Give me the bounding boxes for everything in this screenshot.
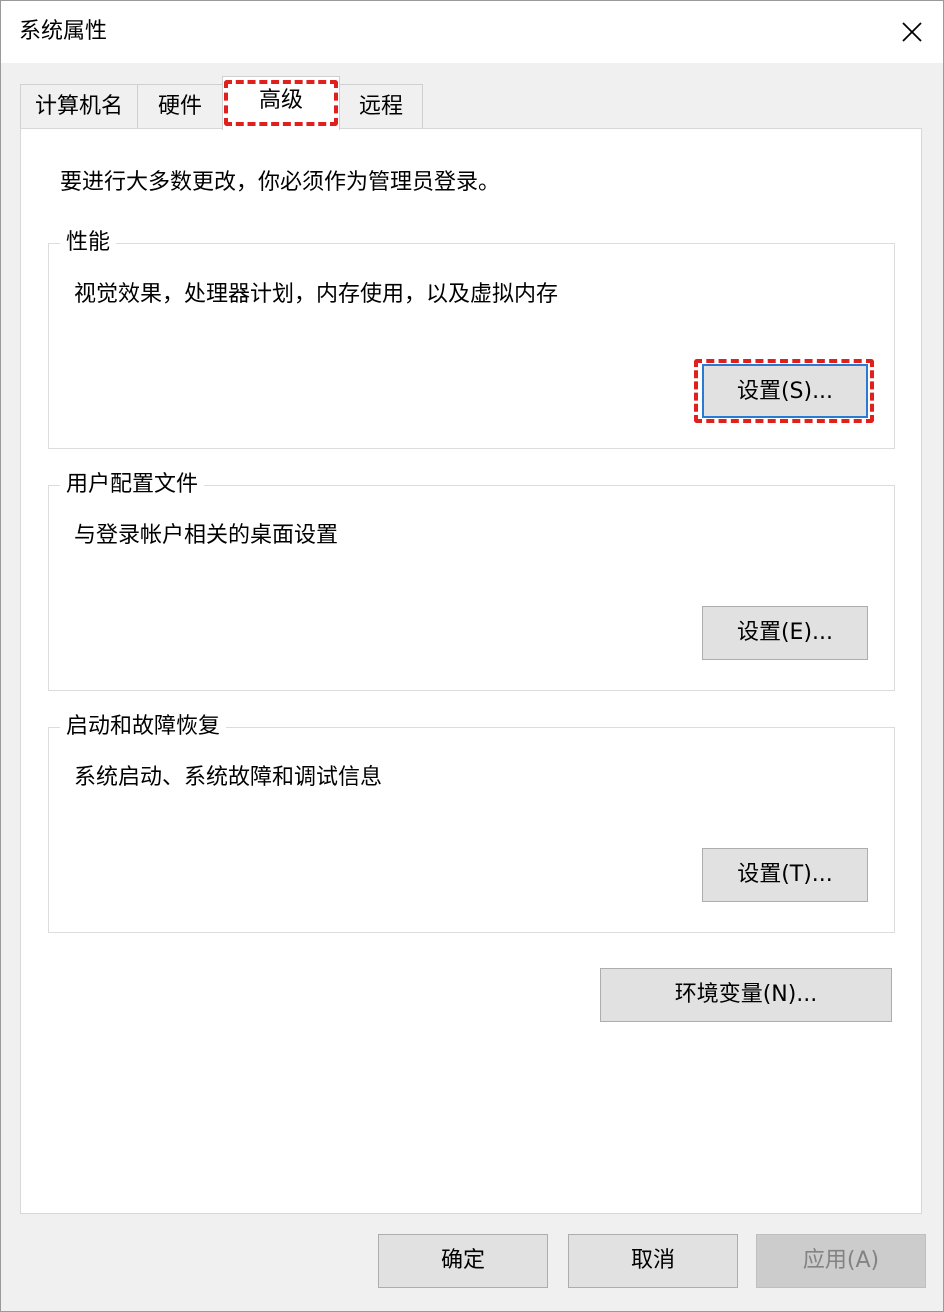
- performance-description: 视觉效果，处理器计划，内存使用，以及虚拟内存: [74, 282, 559, 307]
- user-profiles-description: 与登录帐户相关的桌面设置: [74, 523, 339, 548]
- cancel-button[interactable]: 取消: [568, 1234, 738, 1288]
- tab-label: 计算机名: [34, 94, 123, 119]
- startup-recovery-group: [48, 727, 895, 933]
- user-profiles-group: [48, 485, 895, 691]
- tab-label: 高级: [258, 88, 303, 113]
- apply-button[interactable]: 应用(A): [756, 1234, 926, 1288]
- tab-label: 硬件: [157, 94, 202, 119]
- window-title: 系统属性: [19, 19, 108, 44]
- performance-group-label: 性能: [60, 228, 117, 258]
- startup-recovery-settings-button[interactable]: 设置(T)...: [702, 848, 868, 902]
- tab-hardware[interactable]: 硬件: [137, 84, 223, 128]
- admin-note: 要进行大多数更改，你必须作为管理员登录。: [60, 170, 501, 195]
- user-profiles-settings-button[interactable]: 设置(E)...: [702, 606, 868, 660]
- performance-settings-button[interactable]: 设置(S)...: [702, 364, 868, 418]
- close-icon: [902, 22, 922, 42]
- tab-label: 远程: [358, 94, 403, 119]
- tab-advanced[interactable]: 高级: [222, 76, 340, 130]
- tab-remote[interactable]: 远程: [339, 84, 423, 128]
- startup-recovery-description: 系统启动、系统故障和调试信息: [74, 765, 383, 790]
- title-bar: 系统属性: [1, 1, 943, 63]
- close-button[interactable]: [881, 1, 943, 63]
- tab-computer-name[interactable]: 计算机名: [20, 84, 138, 128]
- startup-recovery-group-label: 启动和故障恢复: [60, 712, 227, 742]
- environment-variables-button[interactable]: 环境变量(N)...: [600, 968, 892, 1022]
- performance-group: [48, 243, 895, 449]
- user-profiles-group-label: 用户配置文件: [60, 470, 205, 500]
- ok-button[interactable]: 确定: [378, 1234, 548, 1288]
